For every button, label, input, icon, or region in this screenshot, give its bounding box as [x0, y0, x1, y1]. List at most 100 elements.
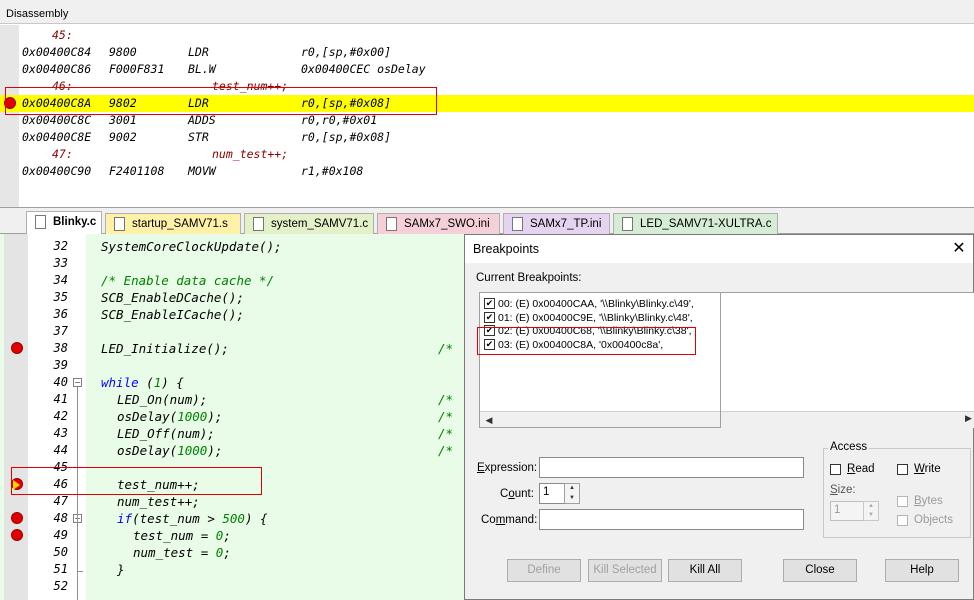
kill-selected-button[interactable]: Kill Selected	[588, 559, 662, 582]
editor-tab-bar: Blinky.c startup_SAMV71.s system_SAMV71.c S…	[0, 209, 974, 234]
line-number: 36	[53, 307, 68, 321]
c-file-icon	[622, 217, 633, 231]
disassembly-line[interactable]: 0x00400C84 9800 LDR r0,[sp,#0x00]	[0, 44, 974, 61]
close-icon[interactable]: ✕	[949, 239, 969, 259]
code-comment: /*	[438, 341, 461, 356]
objects-radio	[897, 515, 908, 526]
tab-label: system_SAMV71.c	[271, 218, 369, 230]
breakpoint-checkbox[interactable]: ✔	[484, 311, 495, 323]
breakpoint-list[interactable]: ✔ 00: (E) 0x00400CAA, '\\Blinky\Blinky.c\…	[479, 292, 721, 428]
line-number: 33	[53, 256, 68, 270]
write-label: Write	[914, 463, 941, 475]
code-text: /* Enable data cache */	[101, 273, 275, 288]
code-text: if(test_num > 500) {	[117, 510, 268, 527]
instruction-opcode: F2401108	[109, 164, 165, 178]
code-text: osDelay(1000);	[117, 442, 222, 459]
breakpoints-dialog: Breakpoints ✕ Current Breakpoints: ✔ 00: …	[464, 234, 974, 600]
code-text: SCB_EnableDCache();	[101, 290, 244, 305]
chevron-down-icon[interactable]: ▼	[565, 494, 579, 503]
expression-input[interactable]	[539, 457, 804, 478]
disassembly-source-line[interactable]: 47: num_test++;	[0, 146, 974, 163]
keyword: while	[101, 375, 139, 390]
code-token: 1000	[177, 409, 208, 424]
instruction-mnemonic: STR	[188, 130, 209, 144]
breakpoint-checkbox[interactable]: ✔	[484, 298, 495, 309]
instruction-operands: 0x00400CEC osDelay	[301, 62, 426, 76]
fold-toggle-icon[interactable]: −	[73, 378, 82, 387]
breakpoint-icon[interactable]	[11, 342, 23, 354]
bytes-radio	[897, 496, 908, 507]
disassembly-line[interactable]: 0x00400C90 F2401108 MOVW r1,#0x108	[0, 163, 974, 180]
line-number: 41	[53, 392, 68, 406]
tab-startup-samv71-s[interactable]: startup_SAMV71.s	[105, 213, 241, 234]
code-token: (	[138, 375, 154, 390]
code-text: SCB_EnableICache();	[101, 307, 244, 322]
disassembly-line[interactable]: 0x00400C86 F000F831 BL.W 0x00400CEC osDelay	[0, 61, 974, 78]
breakpoint-list-extension[interactable]: ▶	[721, 292, 974, 428]
line-number: 49	[53, 528, 68, 542]
highlight-box-breakpoint	[477, 327, 696, 355]
code-token: );	[207, 409, 223, 424]
tab-blinky-c[interactable]: Blinky.c	[26, 211, 102, 234]
code-token: ) {	[161, 375, 184, 390]
code-token: test_num =	[133, 528, 216, 543]
count-input[interactable]: 1	[539, 483, 565, 504]
tab-label: startup_SAMV71.s	[132, 218, 228, 230]
tab-label: SAMx7_SWO.ini	[404, 218, 490, 230]
objects-label: Objects	[914, 514, 953, 526]
size-up-icon: ▲	[868, 503, 874, 509]
tab-led-samv71-xultra-c[interactable]: LED_SAMV71-XULTRA.c	[613, 213, 778, 234]
instruction-opcode: 9800	[109, 45, 137, 59]
define-button[interactable]: Define	[507, 559, 581, 582]
disassembly-pane: Disassembly 45: 0x00400C84 9800 LDR r0,[sp,#…	[0, 0, 974, 208]
breakpoint-icon[interactable]	[11, 512, 23, 524]
tab-label: Blinky.c	[53, 216, 97, 228]
instruction-operands: r0,[sp,#0x00]	[301, 45, 392, 59]
current-breakpoints-label: Current Breakpoints:	[476, 272, 582, 284]
ini-file-icon	[386, 217, 397, 231]
horizontal-scrollbar[interactable]: ◀	[480, 411, 720, 427]
help-button[interactable]: Help	[885, 559, 959, 582]
code-token: ) {	[244, 511, 268, 526]
line-number: 38	[53, 341, 68, 355]
tab-system-samv71-c[interactable]: system_SAMV71.c	[244, 213, 374, 234]
tab-samx7-swo-ini[interactable]: SAMx7_SWO.ini	[377, 213, 500, 234]
line-number: 50	[53, 545, 68, 559]
kill-all-button[interactable]: Kill All	[668, 559, 742, 582]
code-comment: /*	[438, 443, 454, 458]
count-stepper[interactable]: ▲ ▼	[564, 483, 580, 504]
line-number: 51	[53, 562, 68, 576]
code-text: num_test++;	[117, 494, 200, 509]
instruction-opcode: F000F831	[109, 62, 165, 76]
size-label: Size:	[830, 484, 856, 496]
asm-file-icon	[114, 217, 125, 231]
instruction-mnemonic: LDR	[188, 45, 209, 59]
expression-label: Expression:	[477, 462, 538, 474]
scroll-left-icon[interactable]: ◀	[483, 414, 495, 426]
close-button[interactable]: Close	[783, 559, 857, 582]
size-down-icon: ▼	[868, 512, 874, 518]
dialog-titlebar[interactable]: Breakpoints ✕	[465, 235, 973, 263]
code-text: }	[117, 562, 125, 577]
command-label: Command:	[481, 514, 538, 526]
fold-guide	[77, 523, 78, 565]
breakpoint-icon[interactable]	[11, 529, 23, 541]
write-checkbox[interactable]	[897, 464, 908, 475]
chevron-up-icon[interactable]: ▲	[565, 484, 579, 493]
code-token: osDelay(	[117, 409, 178, 424]
command-input[interactable]	[539, 509, 804, 530]
code-token: 1000	[177, 443, 208, 458]
instruction-operands: r1,#0x108	[301, 164, 364, 178]
read-checkbox[interactable]	[830, 464, 841, 475]
disassembly-source-line[interactable]: 45:	[0, 27, 974, 44]
line-number: 35	[53, 290, 68, 304]
scroll-right-icon[interactable]: ▶	[965, 413, 972, 424]
line-number: 34	[53, 273, 68, 287]
tab-samx7-tp-ini[interactable]: SAMx7_TP.ini	[503, 213, 610, 234]
code-token: ;	[223, 545, 231, 560]
source-line-number: 45:	[52, 28, 73, 42]
disassembly-line[interactable]: 0x00400C8E 9002 STR r0,[sp,#0x08]	[0, 129, 974, 146]
bytes-label: Bytes	[914, 495, 943, 507]
code-text: LED_Off(num);	[117, 426, 215, 441]
code-token: );	[207, 443, 223, 458]
